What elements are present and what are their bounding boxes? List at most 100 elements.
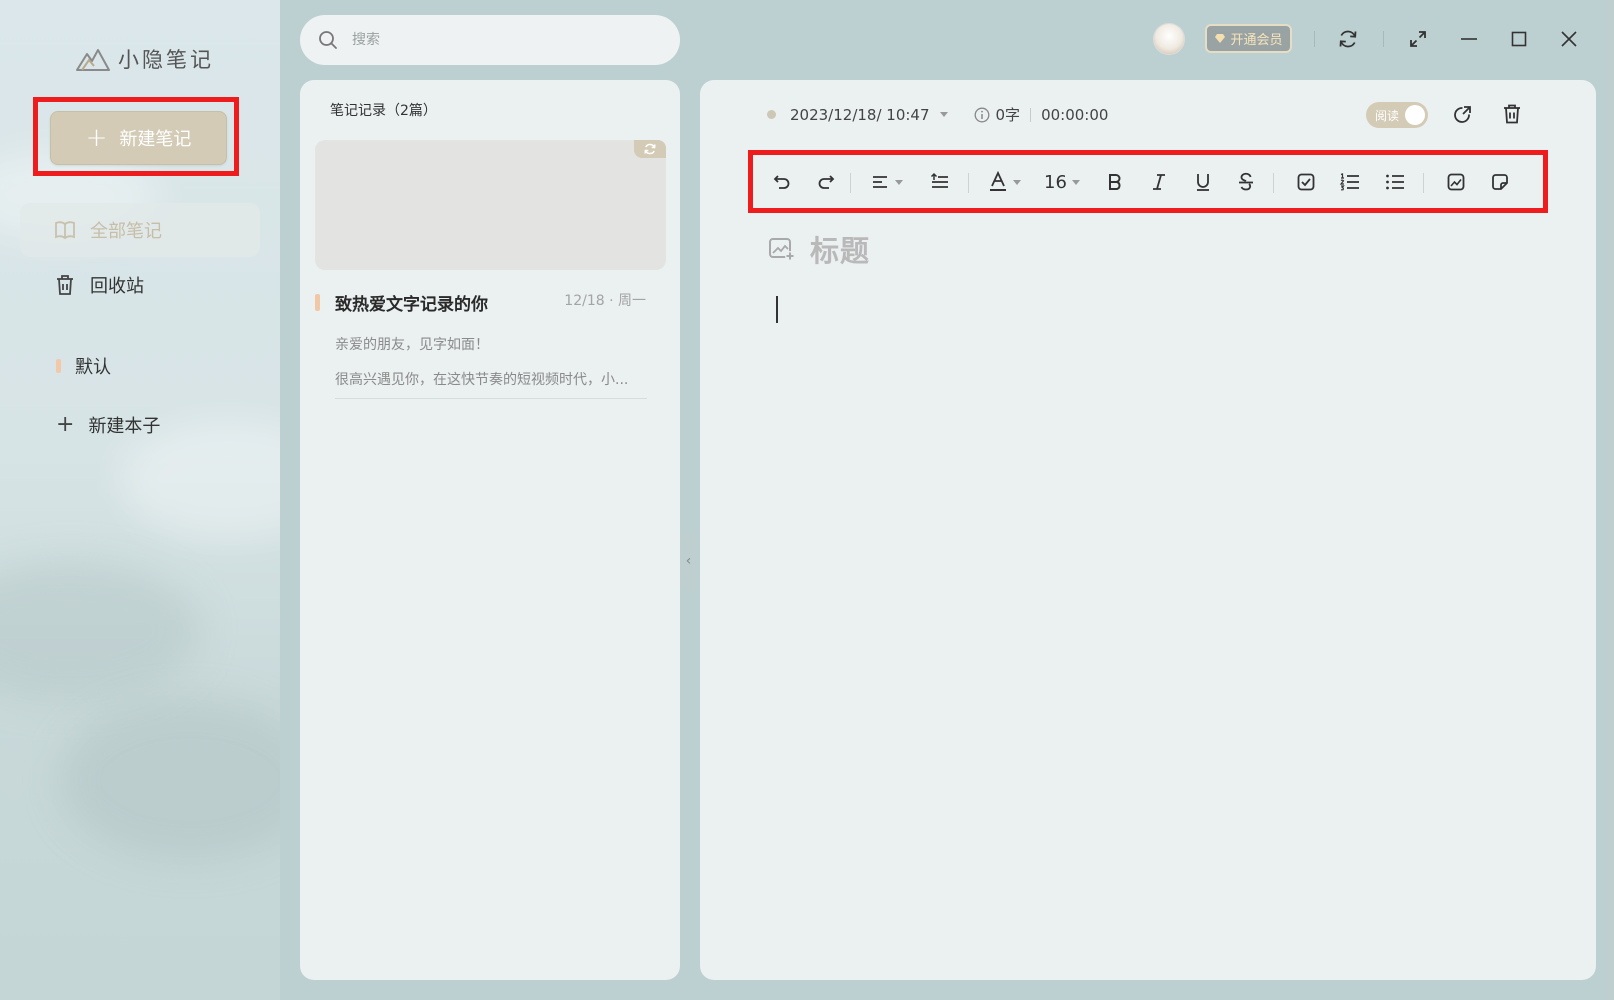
font-size-value: 16 [1044,171,1067,193]
background-mist [0,560,200,700]
title-row[interactable]: 标题 [768,228,870,270]
window-edge [1606,0,1614,1000]
formatting-toolbar: 16 [748,150,1548,213]
share-icon [1454,106,1471,123]
bullet-list-button[interactable] [1380,166,1410,198]
new-notebook-button[interactable]: + 新建本子 [20,398,260,452]
sidebar: 小隐笔记 + 新建笔记 全部笔记 回收站 默认 + 新建本子 [0,0,280,1000]
insert-image-button[interactable] [1441,166,1471,198]
new-note-label: 新建笔记 [119,129,192,150]
note-preview-line: 亲爱的朋友，见字如面！ [335,337,489,353]
new-note-highlight: + 新建笔记 [33,97,239,176]
fullscreen-button[interactable] [1405,26,1431,52]
bold-button[interactable] [1100,166,1130,198]
note-datetime[interactable]: 2023/12/18/ 10:47 [790,106,930,124]
expand-icon [1410,31,1426,47]
font-color-icon [989,171,1006,191]
underline-button[interactable] [1188,166,1218,198]
underline-icon [1197,174,1209,191]
delete-note-button[interactable] [1498,100,1526,128]
close-icon [1561,31,1577,47]
divider [1314,31,1315,47]
writing-timer: 00:00:00 [1041,105,1109,124]
sync-badge[interactable] [634,140,666,158]
diamond-icon [1215,34,1226,43]
trash-icon [57,275,73,295]
divider [1383,31,1384,47]
search-bar[interactable] [300,15,680,65]
line-spacing-icon [930,172,948,188]
divider [968,173,969,193]
note-title-placeholder[interactable]: 标题 [810,228,870,270]
sticky-note-button[interactable] [1485,166,1515,198]
note-preview-line: 很高兴遇见你，在这快节奏的短视频时代，小... [335,372,629,388]
checkbox-icon [1297,173,1315,191]
sidebar-item-all-notes[interactable]: 全部笔记 [20,203,260,257]
redo-button[interactable] [811,166,841,198]
minimize-icon [1461,38,1477,40]
sync-icon [644,143,656,155]
note-title: 致热爱文字记录的你 [335,295,488,315]
vip-button[interactable]: 开通会员 [1205,24,1292,53]
background-mist [60,700,280,860]
strikethrough-button[interactable] [1231,166,1261,198]
align-left-icon [872,176,887,188]
vip-label: 开通会员 [1230,33,1283,48]
note-date: 12/18 · 周一 [564,293,646,309]
note-color-marker [315,294,320,311]
undo-icon [773,175,790,189]
italic-button[interactable] [1144,166,1174,198]
maximize-icon [1511,31,1527,47]
editor-panel: 2023/12/18/ 10:47 0字 00:00:00 阅读 16 标题 [700,80,1596,980]
status-dot [767,110,776,119]
avatar[interactable] [1154,24,1184,54]
chevron-down-icon [894,179,903,185]
bullet-list-icon [1386,174,1404,190]
notebook-color-marker [56,359,61,373]
trash-icon [1504,104,1520,124]
mountain-logo-icon [76,49,110,71]
word-count: 0字 [995,106,1021,124]
search-icon [319,31,337,49]
chevron-down-icon [1012,179,1021,185]
sidebar-item-trash[interactable]: 回收站 [20,258,260,312]
note-meta: 2023/12/18/ 10:47 0字 00:00:00 [767,104,1108,125]
chevron-down-icon[interactable] [939,112,948,117]
note-list-header: 笔记记录（2篇） [330,103,437,119]
note-list-panel: 笔记记录（2篇） 致热爱文字记录的你 12/18 · 周一 亲爱的朋友，见字如面… [300,80,680,980]
sync-icon [1339,30,1357,48]
share-button[interactable] [1449,100,1477,128]
image-icon [1447,173,1465,191]
checklist-button[interactable] [1291,166,1321,198]
font-color-dropdown[interactable] [982,166,1026,198]
divider [1423,173,1424,193]
notebook-item-default[interactable]: 默认 [20,339,260,393]
bold-icon [1109,174,1121,190]
toggle-knob [1405,105,1425,125]
redo-icon [818,175,835,189]
note-cover-thumbnail[interactable] [315,140,666,270]
new-note-button[interactable]: + 新建笔记 [50,111,227,165]
notebook-label: 默认 [75,357,111,378]
add-cover-image-icon[interactable] [768,236,796,262]
maximize-button[interactable] [1506,26,1532,52]
search-input[interactable] [350,31,634,49]
chevron-left-icon: ‹ [685,553,692,569]
collapse-list-handle[interactable]: ‹ [681,532,696,590]
strikethrough-icon [1239,172,1253,191]
sidebar-item-label: 全部笔记 [90,221,162,242]
minimize-button[interactable] [1456,26,1482,52]
align-dropdown[interactable] [864,166,908,198]
app-name: 小隐笔记 [118,48,214,72]
undo-button[interactable] [767,166,797,198]
ordered-list-button[interactable] [1335,166,1365,198]
font-size-dropdown[interactable]: 16 [1040,166,1084,198]
line-spacing-button[interactable] [925,166,955,198]
read-mode-toggle[interactable]: 阅读 [1366,102,1428,128]
sticky-note-icon [1492,174,1508,190]
close-button[interactable] [1556,26,1582,52]
divider [1273,173,1274,193]
sync-button[interactable] [1335,26,1361,52]
new-notebook-label: 新建本子 [88,416,161,437]
sidebar-item-label: 回收站 [90,276,144,297]
